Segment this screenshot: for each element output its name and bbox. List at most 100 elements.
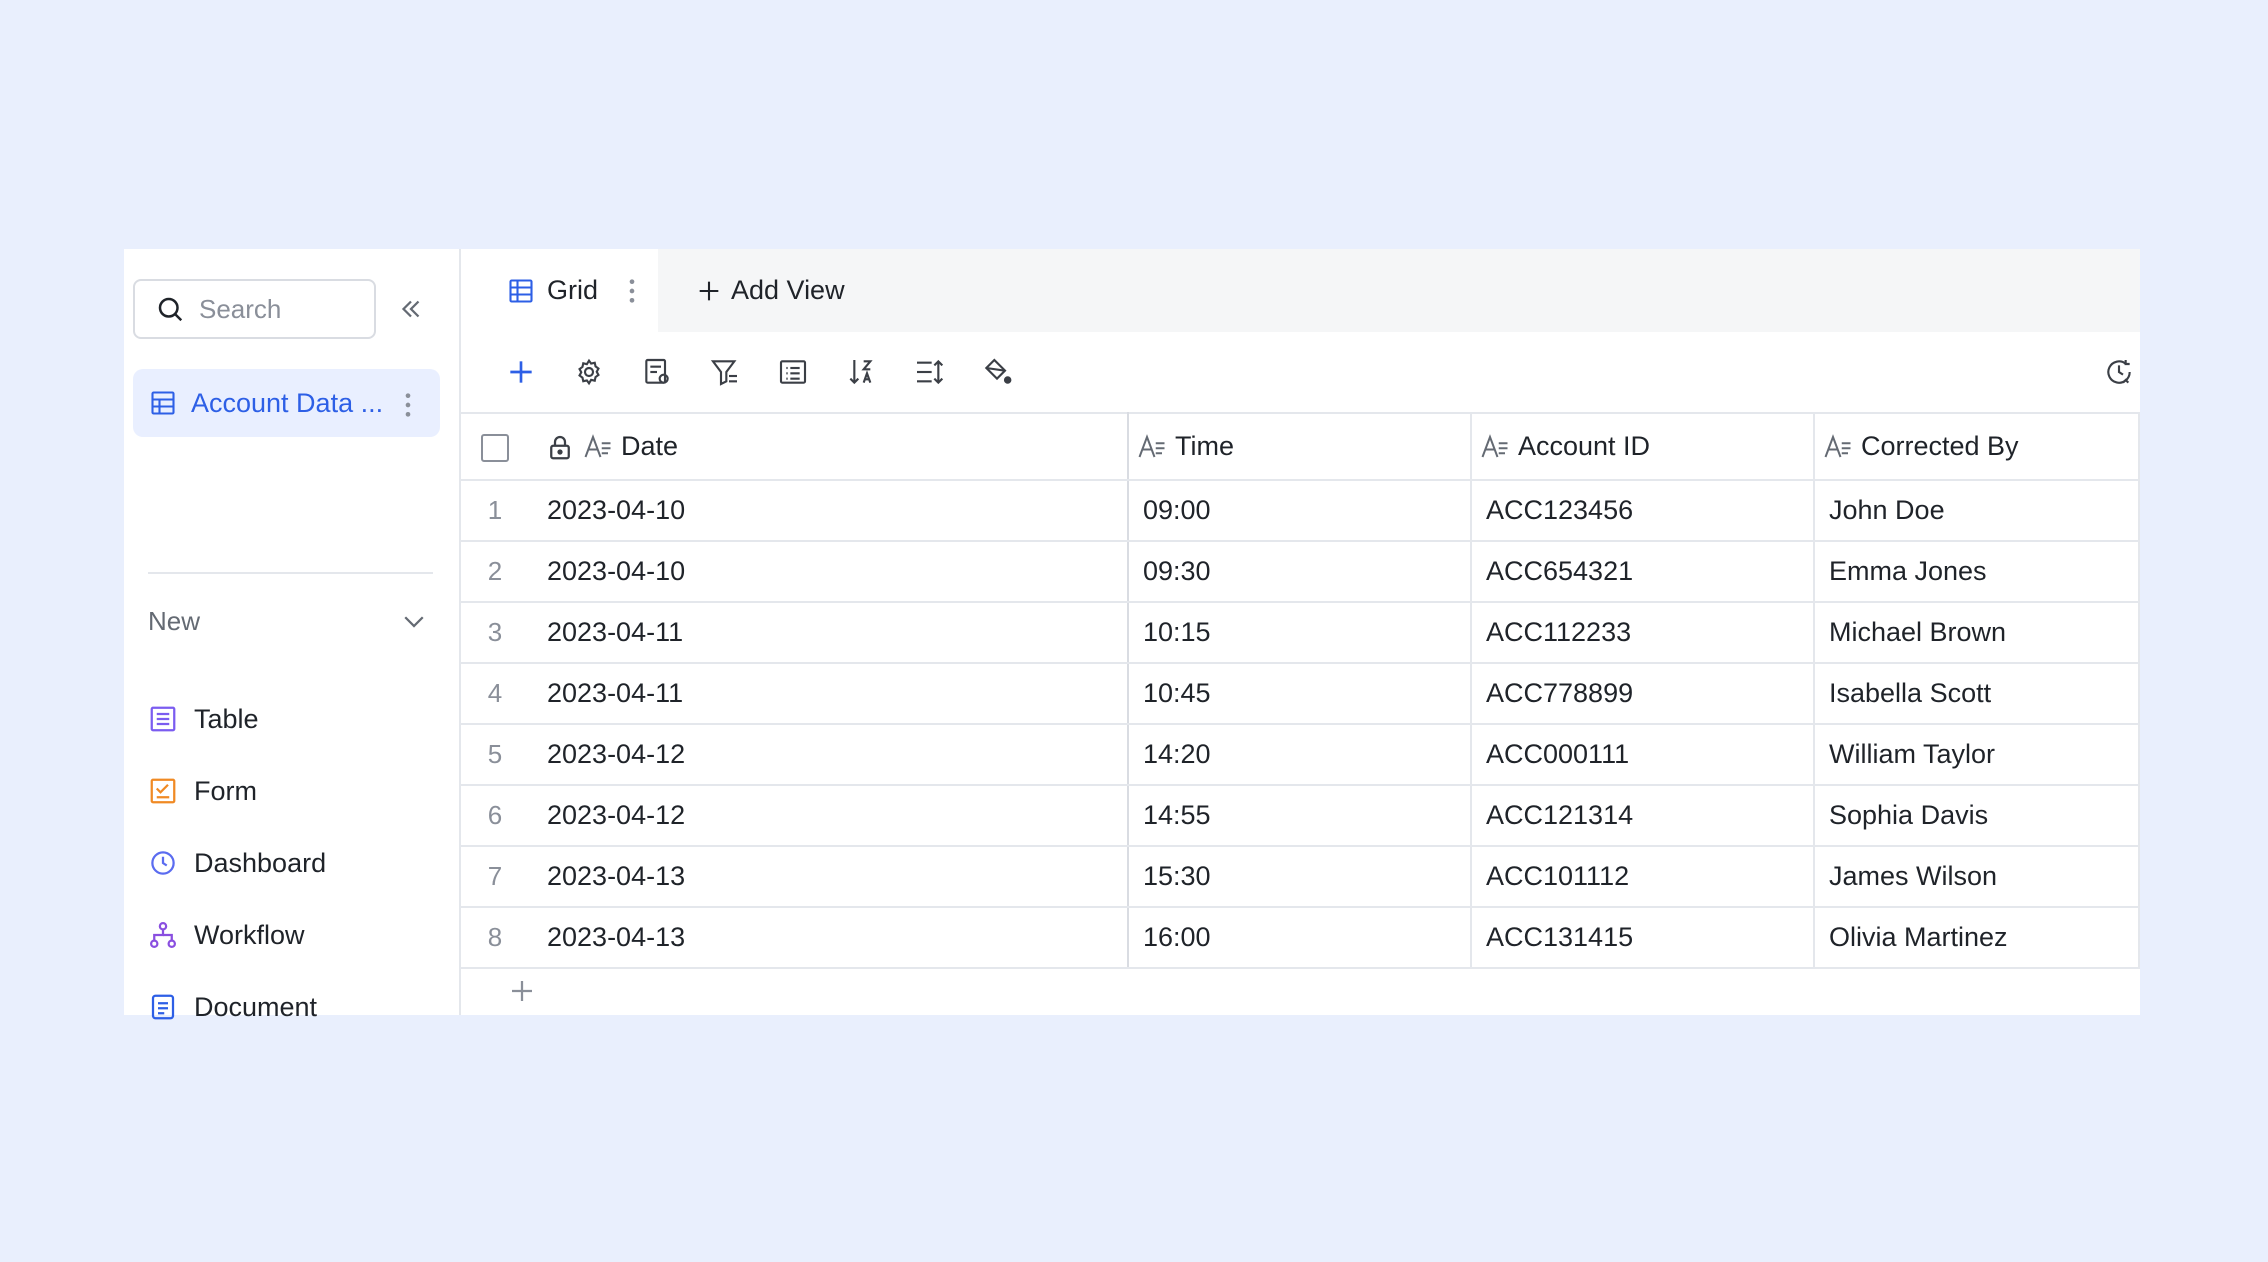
account-id-cell[interactable]: ACC000111: [1471, 724, 1815, 786]
corrected-by-cell[interactable]: Emma Jones: [1814, 541, 2140, 603]
time-cell[interactable]: 09:30: [1128, 541, 1472, 603]
column-header-time-label: Time: [1175, 431, 1234, 461]
table-row[interactable]: 1 2023-04-10 09:00 ACC123456 John Doe: [461, 480, 2140, 542]
column-header-date[interactable]: Date: [529, 412, 1129, 481]
add-view-label: Add View: [731, 275, 845, 305]
corrected-by-cell[interactable]: John Doe: [1814, 480, 2140, 542]
account-id-cell[interactable]: ACC121314: [1471, 785, 1815, 847]
dashboard-icon: [151, 851, 175, 875]
table-row[interactable]: 6 2023-04-12 14:55 ACC121314 Sophia Davi…: [461, 785, 2140, 847]
table-row[interactable]: 2 2023-04-10 09:30 ACC654321 Emma Jones: [461, 541, 2140, 603]
group-button[interactable]: [775, 354, 811, 390]
new-workflow-item[interactable]: Workflow: [148, 910, 305, 960]
table-row[interactable]: 5 2023-04-12 14:20 ACC000111 William Tay…: [461, 724, 2140, 786]
select-all-checkbox[interactable]: [481, 433, 509, 462]
add-record-button[interactable]: [503, 354, 539, 390]
time-cell[interactable]: 15:30: [1128, 846, 1472, 908]
new-section-label: New: [148, 605, 201, 636]
time-cell[interactable]: 14:20: [1128, 724, 1472, 786]
lock-icon: [550, 435, 570, 459]
account-id-cell[interactable]: ACC778899: [1471, 663, 1815, 725]
main-area: Grid Add View Date Time Account ID Corre…: [461, 249, 2140, 1015]
corrected-by-cell[interactable]: Olivia Martinez: [1814, 907, 2140, 969]
date-cell[interactable]: 2023-04-10: [529, 480, 1129, 542]
data-grid: Date Time Account ID Corrected By 1 2023…: [461, 412, 2140, 969]
select-all-cell: [461, 412, 529, 481]
time-cell[interactable]: 10:15: [1128, 602, 1472, 664]
date-cell[interactable]: 2023-04-11: [529, 663, 1129, 725]
workflow-icon: [150, 922, 176, 948]
table-row[interactable]: 8 2023-04-13 16:00 ACC131415 Olivia Mart…: [461, 907, 2140, 969]
corrected-by-cell[interactable]: Isabella Scott: [1814, 663, 2140, 725]
new-form-item[interactable]: Form: [148, 766, 257, 816]
search-box[interactable]: [133, 279, 376, 339]
account-id-cell[interactable]: ACC131415: [1471, 907, 1815, 969]
column-header-account-id[interactable]: Account ID: [1471, 412, 1815, 481]
account-id-cell[interactable]: ACC123456: [1471, 480, 1815, 542]
date-cell[interactable]: 2023-04-11: [529, 602, 1129, 664]
corrected-by-cell[interactable]: James Wilson: [1814, 846, 2140, 908]
form-icon: [150, 778, 176, 804]
date-cell[interactable]: 2023-04-10: [529, 541, 1129, 603]
field-settings-button[interactable]: [639, 354, 675, 390]
row-height-button[interactable]: [911, 354, 947, 390]
tab-grid-label: Grid: [547, 275, 599, 305]
column-header-date-label: Date: [621, 431, 679, 461]
corrected-by-cell[interactable]: William Taylor: [1814, 724, 2140, 786]
row-number: 1: [461, 480, 529, 542]
text-field-icon: [1824, 433, 1851, 457]
more-vertical-icon[interactable]: [618, 277, 646, 305]
new-table-item[interactable]: Table: [148, 694, 259, 744]
add-icon: [510, 361, 532, 383]
search-input[interactable]: [199, 293, 359, 325]
sort-button[interactable]: [843, 354, 879, 390]
app-window: Account Data ... New Table Form Dashboar…: [124, 249, 2140, 1022]
header-row: Date Time Account ID Corrected By: [461, 412, 2140, 481]
sidebar-item-account-data[interactable]: Account Data ...: [133, 369, 440, 437]
time-cell[interactable]: 16:00: [1128, 907, 1472, 969]
settings-icon: [578, 358, 600, 386]
time-cell[interactable]: 10:45: [1128, 663, 1472, 725]
more-vertical-icon[interactable]: [394, 391, 422, 419]
corrected-by-cell[interactable]: Michael Brown: [1814, 602, 2140, 664]
corrected-by-cell[interactable]: Sophia Davis: [1814, 785, 2140, 847]
chevron-down-icon: [404, 616, 424, 628]
group-icon: [779, 360, 807, 384]
row-number: 7: [461, 846, 529, 908]
date-cell[interactable]: 2023-04-12: [529, 724, 1129, 786]
fill-color-button[interactable]: [979, 354, 1015, 390]
table-row[interactable]: 4 2023-04-11 10:45 ACC778899 Isabella Sc…: [461, 663, 2140, 725]
add-view-button[interactable]: Add View: [695, 249, 845, 332]
row-number: 2: [461, 541, 529, 603]
tab-grid[interactable]: Grid: [461, 249, 658, 332]
history-button[interactable]: [2101, 354, 2137, 390]
column-header-time[interactable]: Time: [1128, 412, 1472, 481]
fill-color-icon: [984, 358, 1012, 384]
new-section-toggle[interactable]: New: [148, 601, 433, 641]
time-cell[interactable]: 14:55: [1128, 785, 1472, 847]
table-icon: [151, 391, 175, 415]
date-cell[interactable]: 2023-04-13: [529, 907, 1129, 969]
date-cell[interactable]: 2023-04-12: [529, 785, 1129, 847]
filter-button[interactable]: [707, 354, 743, 390]
account-id-cell[interactable]: ACC112233: [1471, 602, 1815, 664]
collapse-sidebar-icon[interactable]: [396, 294, 426, 324]
row-number: 8: [461, 907, 529, 969]
time-cell[interactable]: 09:00: [1128, 480, 1472, 542]
table-row[interactable]: 7 2023-04-13 15:30 ACC101112 James Wilso…: [461, 846, 2140, 908]
new-dashboard-item[interactable]: Dashboard: [148, 838, 326, 888]
account-id-cell[interactable]: ACC101112: [1471, 846, 1815, 908]
sidebar-item-label: Account Data ...: [191, 387, 384, 418]
row-number: 4: [461, 663, 529, 725]
settings-button[interactable]: [571, 354, 607, 390]
new-workflow-label: Workflow: [194, 919, 305, 950]
row-number: 6: [461, 785, 529, 847]
new-document-item[interactable]: Document: [148, 982, 317, 1032]
column-header-corrected-by[interactable]: Corrected By: [1814, 412, 2140, 481]
table-icon: [150, 706, 176, 732]
new-dashboard-label: Dashboard: [194, 847, 327, 878]
date-cell[interactable]: 2023-04-13: [529, 846, 1129, 908]
add-row-icon[interactable]: [507, 976, 537, 1006]
table-row[interactable]: 3 2023-04-11 10:15 ACC112233 Michael Bro…: [461, 602, 2140, 664]
account-id-cell[interactable]: ACC654321: [1471, 541, 1815, 603]
